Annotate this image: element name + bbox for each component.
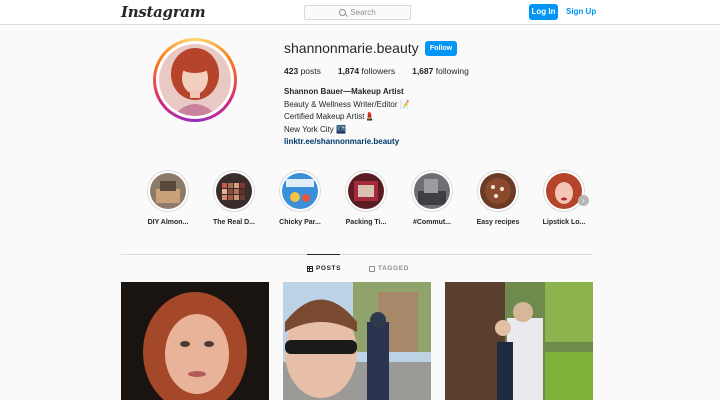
highlight-item[interactable]: DIY Almon...	[137, 170, 199, 226]
followers-stat[interactable]: 1,874 followers	[338, 66, 395, 76]
highlight-label: Easy recipes	[476, 219, 520, 226]
bio-line: Certified Makeup Artist💄	[284, 112, 375, 121]
tab-tagged-label: TAGGED	[378, 265, 409, 272]
highlight-cover	[150, 173, 186, 209]
bio-link[interactable]: linktr.ee/shannonmarie.beauty	[284, 136, 410, 149]
posts-label: posts	[300, 66, 321, 76]
following-label: following	[435, 66, 469, 76]
tab-posts[interactable]: POSTS	[307, 265, 341, 272]
highlight-cover	[348, 173, 384, 209]
highlight-item[interactable]: Easy recipes	[467, 170, 529, 226]
profile-stats: 423 posts 1,874 followers 1,687 followin…	[284, 66, 486, 76]
profile-username: shannonmarie.beauty	[284, 40, 419, 56]
bio-line: Beauty & Wellness Writer/Editor 📝	[284, 99, 410, 109]
highlight-label: Lipstick Lo...	[542, 219, 586, 226]
highlight-label: #Commut...	[412, 219, 452, 226]
following-stat[interactable]: 1,687 following	[412, 66, 469, 76]
post-thumbnail[interactable]	[121, 282, 269, 400]
avatar-photo	[159, 44, 231, 116]
post-thumbnail[interactable]	[445, 282, 593, 400]
instagram-logo[interactable]: Instagram	[121, 3, 206, 21]
following-count: 1,687	[412, 66, 434, 76]
highlight-cover	[216, 173, 252, 209]
search-input[interactable]: Search	[304, 5, 411, 20]
search-placeholder: Search	[350, 8, 376, 17]
followers-count: 1,874	[337, 66, 360, 76]
highlight-cover	[282, 173, 318, 209]
story-highlights: DIY Almon... The Real D... Chicky Par...…	[137, 170, 597, 232]
follow-button[interactable]: Follow	[425, 41, 457, 56]
search-icon	[339, 9, 347, 16]
highlight-cover	[546, 173, 582, 209]
bio-name: Shannon Bauer—Makeup Artist	[284, 87, 404, 96]
tag-icon	[369, 265, 375, 272]
post-thumbnail[interactable]	[283, 282, 431, 400]
top-nav-bar: Instagram Search Log In Sign Up	[0, 0, 720, 25]
bio-line: New York City 🌃	[284, 124, 346, 134]
highlight-item[interactable]: The Real D...	[203, 170, 265, 226]
tabs-divider	[121, 254, 593, 255]
login-button[interactable]: Log In	[529, 4, 558, 20]
profile-avatar[interactable]	[153, 38, 237, 122]
highlight-item[interactable]: Chicky Par...	[269, 170, 331, 226]
tab-tagged[interactable]: TAGGED	[369, 265, 409, 272]
highlight-cover	[480, 173, 516, 209]
chevron-right-icon[interactable]: ›	[578, 195, 589, 206]
highlight-cover	[414, 173, 450, 209]
highlight-label: DIY Almon...	[147, 219, 189, 226]
grid-icon	[307, 265, 313, 272]
highlight-item[interactable]: #Commut...	[401, 170, 463, 226]
signup-link[interactable]: Sign Up	[566, 7, 596, 16]
tab-posts-label: POSTS	[316, 265, 342, 272]
highlight-item[interactable]: Packing Ti...	[335, 170, 397, 226]
profile-bio: Shannon Bauer—Makeup Artist Beauty & Wel…	[284, 86, 410, 149]
highlight-label: Chicky Par...	[279, 219, 321, 226]
posts-stat: 423 posts	[284, 66, 321, 76]
posts-count: 423	[284, 66, 299, 76]
highlight-label: The Real D...	[212, 219, 255, 226]
highlight-label: Packing Ti...	[345, 219, 387, 226]
followers-label: followers	[361, 66, 396, 76]
active-tab-indicator	[307, 254, 340, 255]
